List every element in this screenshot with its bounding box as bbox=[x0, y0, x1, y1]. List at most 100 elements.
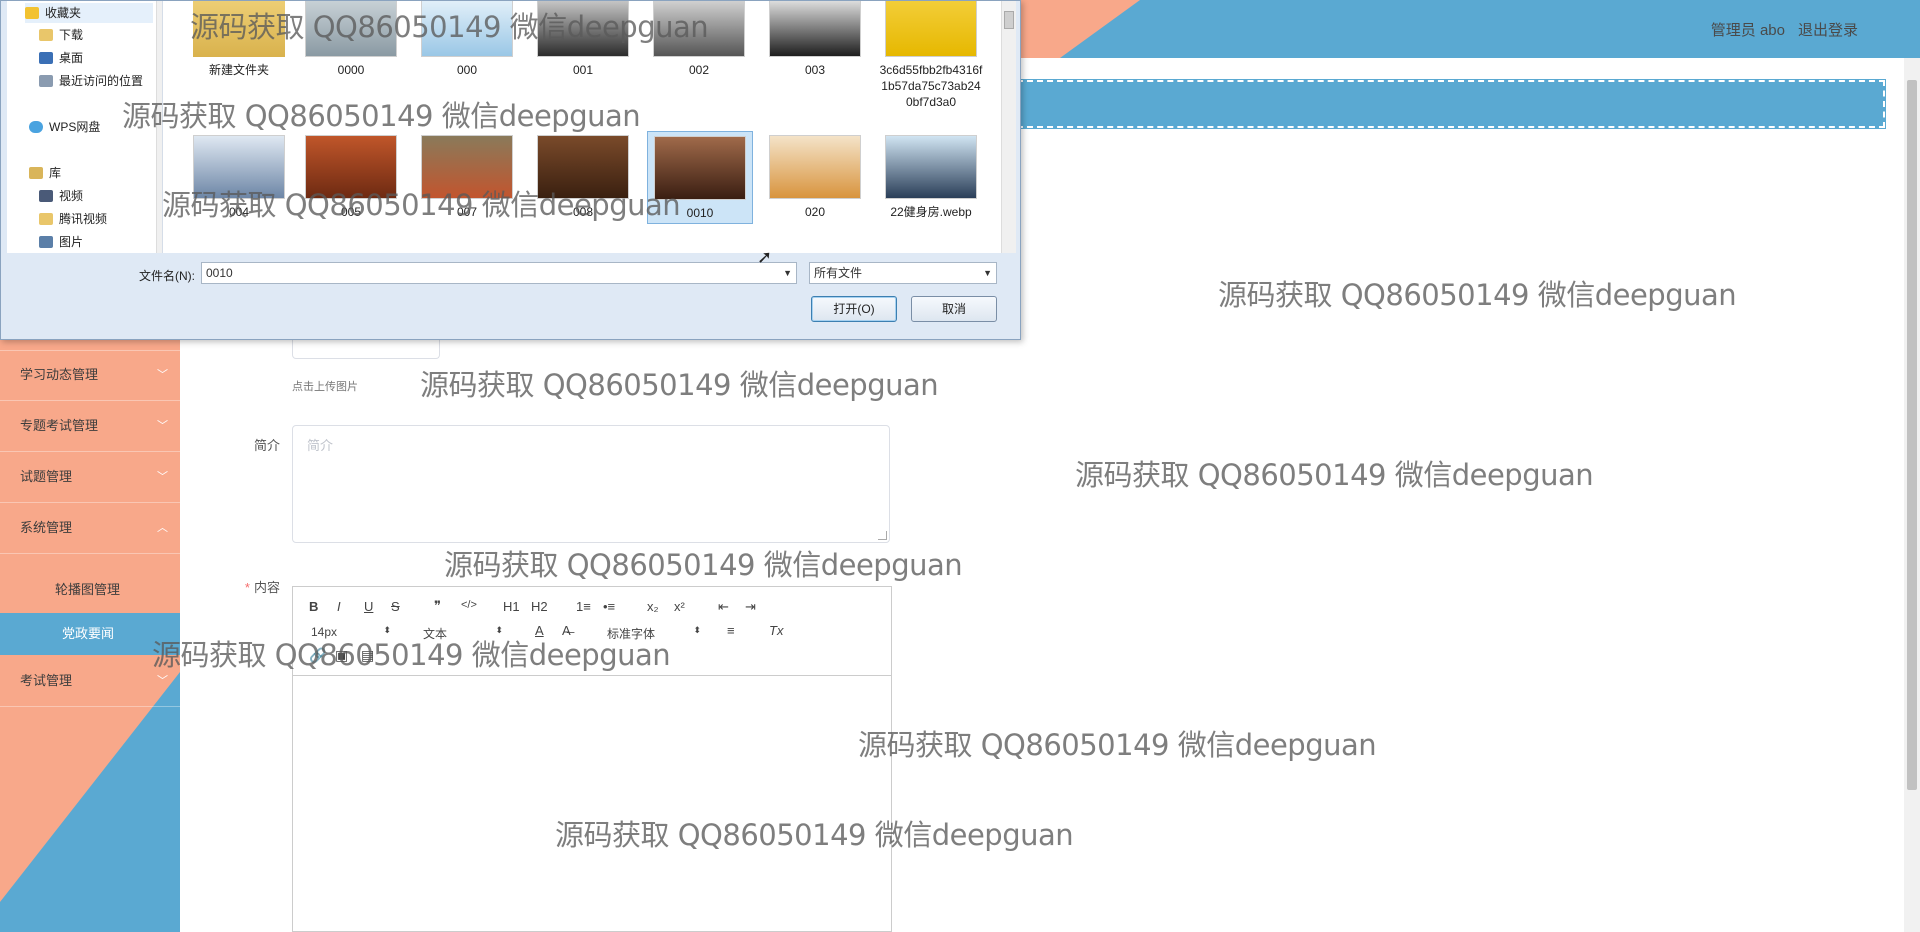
nav-downloads[interactable]: 下载 bbox=[39, 25, 83, 45]
nav-favorites[interactable]: 收藏夹 bbox=[25, 3, 153, 23]
nav-pictures[interactable]: 图片 bbox=[39, 232, 83, 252]
sidebar-item-system[interactable]: 系统管理 ︿ bbox=[0, 503, 180, 554]
file-name: 020 bbox=[804, 205, 826, 219]
file-name: 004 bbox=[228, 205, 250, 219]
file-item[interactable]: 005 bbox=[299, 135, 403, 220]
bullet-list-button[interactable]: •≡ bbox=[603, 599, 615, 614]
font-family-value: 标准字体 bbox=[607, 627, 656, 641]
sidebar-item-label: 系统管理 bbox=[20, 520, 73, 535]
file-item[interactable]: 新建文件夹 bbox=[187, 1, 291, 78]
heading1-button[interactable]: H1 bbox=[503, 599, 520, 614]
nav-scrollbar[interactable] bbox=[156, 1, 162, 253]
watermark: 源码获取 QQ86050149 微信deepguan bbox=[1218, 278, 1737, 312]
underline-button[interactable]: U bbox=[364, 599, 373, 614]
paragraph-select[interactable]: 文本 ⬍ bbox=[423, 625, 503, 641]
clear-format-button[interactable]: Tx bbox=[769, 623, 783, 638]
chevron-down-icon: ﹀ bbox=[157, 420, 168, 432]
file-name: 007 bbox=[456, 205, 478, 219]
file-list-scrollbar[interactable] bbox=[1001, 1, 1016, 253]
file-item[interactable]: 007 bbox=[415, 135, 519, 220]
logout-link[interactable]: 退出登录 bbox=[1798, 19, 1858, 40]
heading2-button[interactable]: H2 bbox=[531, 599, 548, 614]
file-name: 005 bbox=[340, 205, 362, 219]
file-item[interactable]: 0000 bbox=[299, 1, 403, 78]
nav-label: 下载 bbox=[59, 28, 84, 42]
file-item[interactable]: 020 bbox=[763, 135, 867, 220]
ordered-list-button[interactable]: 1≡ bbox=[576, 599, 591, 614]
sidebar-item-questions[interactable]: 试题管理 ﹀ bbox=[0, 452, 180, 503]
file-name: 002 bbox=[688, 63, 710, 77]
library-icon bbox=[29, 167, 43, 179]
file-item[interactable]: 003 bbox=[763, 1, 867, 78]
dropdown-arrow-icon[interactable]: ▼ bbox=[983, 263, 992, 283]
link-icon[interactable]: 🔗 bbox=[309, 647, 326, 664]
file-name: 0010 bbox=[686, 206, 714, 220]
file-name: 新建文件夹 bbox=[208, 63, 269, 77]
open-button[interactable]: 打开(O) bbox=[811, 296, 897, 322]
sidebar-item-exam[interactable]: 考试管理 ﹀ bbox=[0, 656, 180, 707]
align-button[interactable]: ≡ bbox=[727, 623, 735, 638]
font-size-select[interactable]: 14px ⬍ bbox=[311, 625, 391, 641]
page-scrollbar-thumb[interactable] bbox=[1907, 80, 1917, 790]
filename-label: 文件名(N): bbox=[139, 269, 195, 283]
desktop-icon bbox=[39, 52, 53, 64]
file-item[interactable]: 001 bbox=[531, 1, 635, 78]
dialog-nav-pane: 收藏夹 下载 桌面 最近访问的位置 WPS网盘 库 视频 腾讯视频 图片 bbox=[7, 1, 163, 253]
video-insert-icon[interactable]: ▤ bbox=[361, 647, 374, 664]
content-label: * 内容 bbox=[220, 577, 280, 596]
nav-label: WPS网盘 bbox=[49, 120, 101, 134]
file-list-scrollbar-thumb[interactable] bbox=[1004, 11, 1014, 29]
nav-recent[interactable]: 最近访问的位置 bbox=[39, 71, 143, 91]
font-color-button[interactable]: A bbox=[535, 623, 544, 638]
background-color-button[interactable]: A̶ bbox=[562, 623, 571, 638]
blockquote-button[interactable]: ❞ bbox=[434, 598, 441, 614]
sidebar-item-special-exam[interactable]: 专题考试管理 ﹀ bbox=[0, 401, 180, 452]
file-name: 000 bbox=[456, 63, 478, 77]
file-item-selected[interactable]: 0010 bbox=[647, 131, 753, 224]
nav-library[interactable]: 库 bbox=[29, 163, 61, 183]
file-item[interactable]: 3c6d55fbb2fb4316f1b57da75c73ab240bf7d3a0 bbox=[879, 1, 983, 110]
upload-image-hint[interactable]: 点击上传图片 bbox=[292, 378, 358, 394]
image-thumbnail bbox=[769, 135, 861, 199]
filetype-select[interactable]: 所有文件 ▼ bbox=[809, 262, 997, 284]
sidebar-item-study[interactable]: 学习动态管理 ﹀ bbox=[0, 350, 180, 401]
nav-wps-cloud[interactable]: WPS网盘 bbox=[29, 117, 100, 137]
strike-button[interactable]: S bbox=[391, 599, 400, 614]
superscript-button[interactable]: x² bbox=[674, 599, 685, 614]
nav-label: 库 bbox=[49, 166, 62, 180]
intro-textarea[interactable]: 简介 bbox=[292, 425, 890, 543]
file-item[interactable]: 002 bbox=[647, 1, 751, 78]
sidebar-subitem-carousel[interactable]: 轮播图管理 bbox=[0, 569, 180, 611]
subscript-button[interactable]: x₂ bbox=[647, 599, 659, 614]
folder-icon bbox=[193, 1, 285, 57]
file-item[interactable]: 004 bbox=[187, 135, 291, 220]
sidebar-subitem-news[interactable]: 党政要闻 bbox=[0, 613, 180, 655]
filename-input[interactable]: 0010 ▼ bbox=[201, 262, 797, 284]
video-icon bbox=[39, 190, 53, 202]
watermark: 源码获取 QQ86050149 微信deepguan bbox=[1075, 458, 1594, 492]
code-block-button[interactable]: </> bbox=[461, 599, 477, 611]
file-name: 001 bbox=[572, 63, 594, 77]
indent-button[interactable]: ⇥ bbox=[745, 599, 756, 615]
dialog-file-list: 新建文件夹 0000 000 001 002 003 3c6d55fbb2fb4… bbox=[163, 1, 1003, 253]
dropdown-arrow-icon[interactable]: ▼ bbox=[783, 263, 792, 283]
resize-handle-icon[interactable] bbox=[878, 531, 887, 540]
file-item[interactable]: 008 bbox=[531, 135, 635, 220]
file-item[interactable]: 22健身房.webp bbox=[879, 135, 983, 220]
image-insert-icon[interactable]: ▣ bbox=[335, 647, 348, 664]
folder-icon bbox=[39, 213, 53, 225]
nav-videos[interactable]: 视频 bbox=[39, 186, 83, 206]
italic-button[interactable]: I bbox=[337, 599, 341, 614]
select-arrow-icon: ⬍ bbox=[383, 625, 391, 635]
bold-button[interactable]: B bbox=[309, 599, 318, 614]
nav-tencent-video[interactable]: 腾讯视频 bbox=[39, 209, 107, 229]
font-family-select[interactable]: 标准字体 ⬍ bbox=[607, 625, 701, 641]
file-item[interactable]: 000 bbox=[415, 1, 519, 78]
nav-label: 视频 bbox=[59, 189, 84, 203]
rich-text-editor[interactable]: B I U S ❞ </> H1 H2 1≡ •≡ x₂ x² ⇤ ⇥ 14px… bbox=[292, 586, 892, 932]
nav-desktop[interactable]: 桌面 bbox=[39, 48, 83, 68]
chevron-up-icon: ︿ bbox=[157, 522, 168, 534]
cancel-button[interactable]: 取消 bbox=[911, 296, 997, 322]
outdent-button[interactable]: ⇤ bbox=[718, 599, 729, 615]
page-scrollbar[interactable] bbox=[1904, 58, 1920, 932]
